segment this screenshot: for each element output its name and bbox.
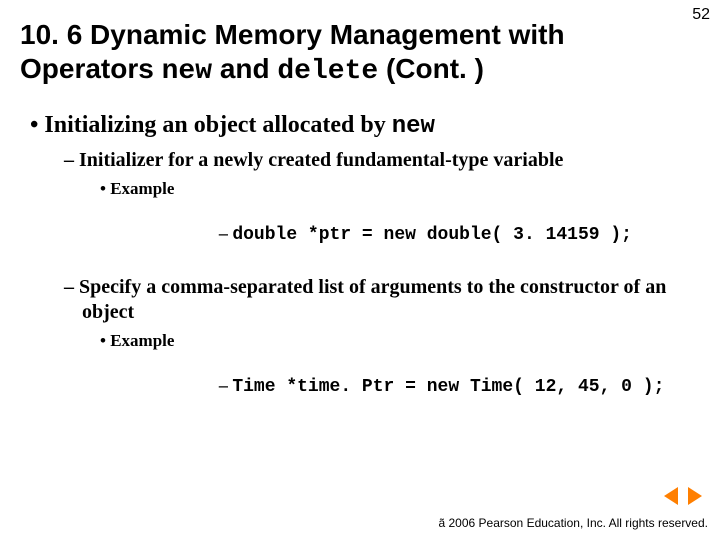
bullet-level3-example-1: Example xyxy=(100,179,690,199)
bullet-l2b-text: Specify a comma-separated list of argume… xyxy=(79,276,666,323)
slide-body: Initializing an object allocated by new … xyxy=(30,112,690,427)
page-number: 52 xyxy=(692,6,710,24)
bullet-level3-example-2: Example xyxy=(100,331,690,351)
bullet-level2-constructor: Specify a comma-separated list of argume… xyxy=(64,275,690,325)
next-slide-icon[interactable] xyxy=(688,487,702,505)
footer-text: ã 2006 Pearson Education, Inc. All right… xyxy=(439,516,709,530)
example-label-1: Example xyxy=(110,179,174,198)
prev-slide-icon[interactable] xyxy=(664,487,678,505)
code-example-double: double *ptr = new double( 3. 14159 ); xyxy=(136,203,690,265)
title-text-3: (Cont. ) xyxy=(386,53,484,84)
slide: 52 10. 6 Dynamic Memory Management with … xyxy=(0,0,720,540)
title-keyword-delete: delete xyxy=(277,56,378,87)
title-keyword-new: new xyxy=(162,56,212,87)
code-line-1: double *ptr = new double( 3. 14159 ); xyxy=(232,225,632,245)
bullet-l1-keyword-new: new xyxy=(392,113,435,140)
bullet-level2-initializer: Initializer for a newly created fundamen… xyxy=(64,148,690,173)
bullet-l2a-text: Initializer for a newly created fundamen… xyxy=(79,149,563,171)
nav-arrows xyxy=(658,487,702,510)
code-line-2: Time *time. Ptr = new Time( 12, 45, 0 ); xyxy=(232,377,664,397)
title-text-2: and xyxy=(220,53,278,84)
example-label-2: Example xyxy=(110,331,174,350)
copyright-footer: ã 2006 Pearson Education, Inc. All right… xyxy=(439,516,709,530)
bullet-l1-text: Initializing an object allocated by xyxy=(44,112,391,138)
slide-title: 10. 6 Dynamic Memory Management with Ope… xyxy=(20,18,640,88)
code-example-time: Time *time. Ptr = new Time( 12, 45, 0 ); xyxy=(136,355,690,417)
bullet-level1: Initializing an object allocated by new xyxy=(30,112,690,140)
